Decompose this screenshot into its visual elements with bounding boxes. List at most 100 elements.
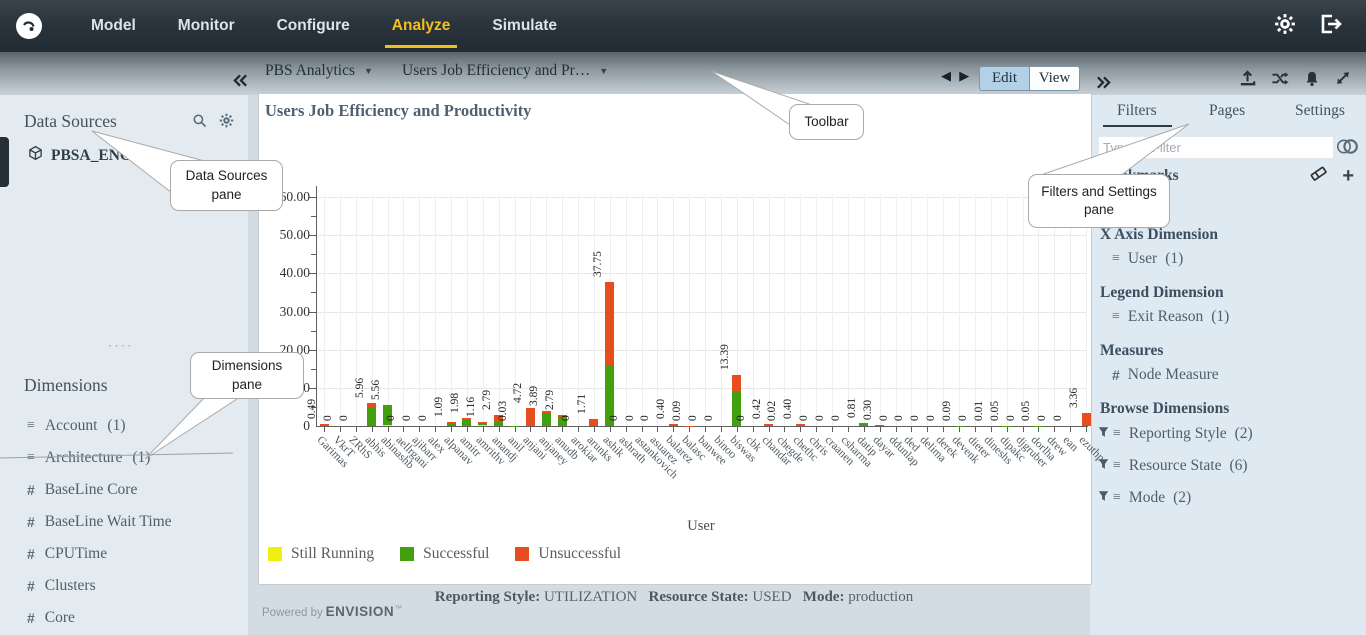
callout-text: Toolbar — [804, 113, 848, 131]
sidebar-item-baseline-core[interactable]: # BaseLine Core — [27, 481, 137, 499]
import-icon[interactable] — [1238, 69, 1257, 93]
bar-segment[interactable] — [1082, 413, 1091, 426]
x-gridline — [499, 194, 500, 426]
callout-data-sources-pane: Data Sources pane — [170, 160, 283, 211]
bar-segment[interactable] — [462, 418, 471, 420]
list-icon: ≡ — [1112, 309, 1120, 325]
legend-item-successful[interactable]: Successful — [400, 545, 489, 563]
logout-icon[interactable] — [1320, 13, 1344, 40]
bar-segment[interactable] — [494, 421, 503, 426]
next-page-icon[interactable]: ▶ — [959, 68, 969, 83]
bar-segment[interactable] — [669, 424, 678, 426]
bar-segment[interactable] — [447, 422, 456, 423]
tab-filters[interactable]: Filters — [1117, 102, 1157, 120]
bar-segment[interactable] — [320, 424, 329, 426]
data-sources-title: Data Sources — [24, 111, 117, 132]
numeric-icon: # — [27, 514, 35, 530]
add-bookmark-icon[interactable]: + — [1342, 167, 1354, 185]
callout-text: pane — [211, 186, 241, 204]
prev-page-icon[interactable]: ◀ — [941, 68, 951, 83]
expand-right-icon[interactable] — [1096, 76, 1111, 89]
numeric-icon: # — [27, 610, 35, 626]
bar-value-label: 0.40 — [655, 399, 667, 419]
bar-segment[interactable] — [859, 423, 868, 424]
x-axis-tick — [626, 427, 627, 432]
bar-segment[interactable] — [478, 425, 487, 426]
pane-resize-handle[interactable]: ···· — [108, 338, 133, 354]
bar-segment[interactable] — [605, 282, 614, 365]
x-axis-tick — [530, 427, 531, 432]
sidebar-item-architecture[interactable]: ≡ Architecture (1) — [27, 449, 150, 467]
numeric-icon: # — [27, 578, 35, 594]
top-navbar: Model Monitor Configure Analyze Simulate — [0, 0, 1366, 52]
measure-node-measure[interactable]: # Node Measure — [1112, 366, 1219, 384]
x-gridline — [578, 194, 579, 426]
browse-dimension-reporting-style[interactable]: ≡ Reporting Style (2) — [1098, 425, 1253, 443]
collapse-left-icon[interactable] — [233, 74, 248, 87]
bar-segment[interactable] — [732, 375, 741, 392]
sidebar-item-account[interactable]: ≡ Account (1) — [27, 417, 126, 435]
bar-segment[interactable] — [367, 407, 376, 426]
data-source-item-pbsa-engine[interactable]: PBSA_ENGINE — [28, 145, 160, 166]
menu-item-analyze[interactable]: Analyze — [371, 0, 472, 52]
x-axis-tick — [1070, 427, 1071, 432]
bar-segment[interactable] — [542, 411, 551, 413]
bar-segment[interactable] — [764, 424, 773, 426]
app-selector-dropdown[interactable]: PBS Analytics ▼ — [265, 62, 373, 80]
bar-segment[interactable] — [447, 423, 456, 426]
bar-segment[interactable] — [478, 423, 487, 426]
notifications-bell-icon[interactable] — [1303, 69, 1321, 93]
x-axis-tick — [1086, 427, 1087, 432]
dimension-count: (1) — [107, 417, 125, 435]
legend-dimension-exit-reason[interactable]: ≡ Exit Reason (1) — [1112, 308, 1229, 326]
menu-item-model[interactable]: Model — [70, 0, 157, 52]
bar-segment[interactable] — [589, 419, 598, 426]
x-axis-tick — [721, 427, 722, 432]
funnel-icon — [1098, 425, 1109, 443]
browse-dimension-mode[interactable]: ≡ Mode (2) — [1098, 489, 1191, 507]
sidebar-item-baseline-wait-time[interactable]: # BaseLine Wait Time — [27, 513, 172, 531]
chart-legend: Still Running Successful Unsuccessful — [268, 545, 621, 563]
toolbar: PBS Analytics ▼ Users Job Efficiency and… — [0, 52, 1366, 95]
bar-segment[interactable] — [478, 422, 487, 423]
bar-value-label: 0.30 — [862, 400, 874, 420]
search-icon[interactable] — [192, 113, 207, 133]
settings-gear-icon[interactable] — [1274, 13, 1296, 40]
edit-button[interactable]: Edit — [980, 67, 1029, 90]
bar-value-label: 0 — [560, 415, 572, 421]
tab-settings[interactable]: Settings — [1295, 102, 1345, 120]
view-button[interactable]: View — [1029, 67, 1079, 90]
sidebar-item-clusters[interactable]: # Clusters — [27, 577, 96, 595]
bar-value-label: 0 — [401, 415, 413, 421]
callout-toolbar: Toolbar — [789, 104, 864, 140]
bar-segment[interactable] — [367, 403, 376, 407]
status-value: production — [848, 589, 913, 605]
x-axis-dimension-user[interactable]: ≡ User (1) — [1112, 250, 1183, 268]
bar-segment[interactable] — [542, 413, 551, 426]
gear-icon[interactable] — [219, 113, 234, 133]
browse-dimension-resource-state[interactable]: ≡ Resource State (6) — [1098, 457, 1248, 475]
legend-swatch-green — [400, 547, 414, 561]
bar-segment[interactable] — [875, 425, 884, 426]
bar-segment[interactable] — [462, 420, 471, 426]
legend-item-still-running[interactable]: Still Running — [268, 545, 374, 563]
menu-item-configure[interactable]: Configure — [256, 0, 371, 52]
menu-item-simulate[interactable]: Simulate — [471, 0, 578, 52]
resize-diagonal-icon[interactable] — [1334, 69, 1352, 93]
bar-segment[interactable] — [383, 425, 392, 426]
app-logo-icon[interactable] — [16, 13, 42, 39]
bar-segment[interactable] — [796, 424, 805, 426]
bar-segment[interactable] — [526, 408, 535, 426]
eraser-icon[interactable] — [1309, 165, 1328, 187]
toggle-icon[interactable] — [1336, 138, 1359, 160]
sidebar-item-core[interactable]: # Core — [27, 609, 75, 627]
x-gridline — [451, 194, 452, 426]
menu-item-monitor[interactable]: Monitor — [157, 0, 256, 52]
sidebar-item-cputime[interactable]: # CPUTime — [27, 545, 107, 563]
shuffle-icon[interactable] — [1270, 69, 1290, 93]
filter-search-input[interactable] — [1098, 136, 1334, 159]
legend-item-unsuccessful[interactable]: Unsuccessful — [515, 545, 621, 563]
bar-segment[interactable] — [859, 424, 868, 426]
tab-pages[interactable]: Pages — [1209, 102, 1245, 120]
view-selector-dropdown[interactable]: Users Job Efficiency and Pr… ▼ — [402, 62, 608, 80]
